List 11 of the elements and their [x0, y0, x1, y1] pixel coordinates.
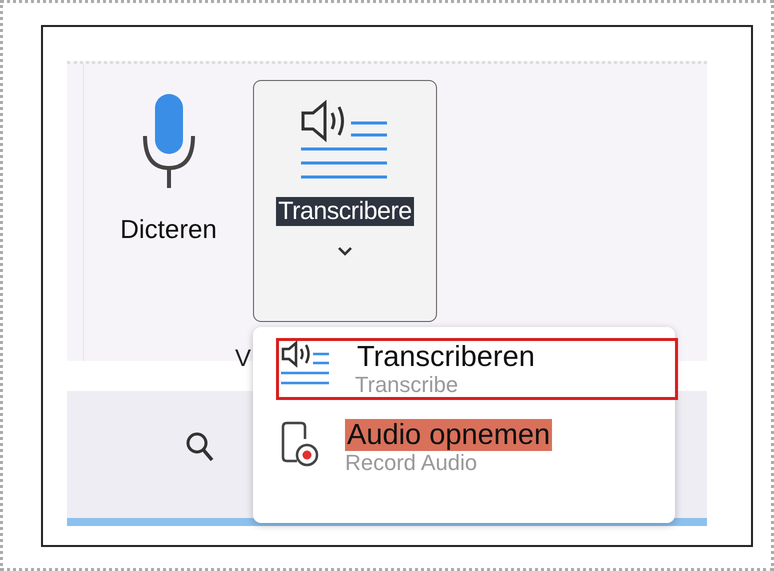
speaker-text-icon — [279, 341, 331, 387]
caret-icon — [337, 246, 353, 256]
menu-item[interactable]: Audio opnemen Record Audio — [279, 419, 675, 475]
dictate-label: Dicteren — [120, 214, 217, 245]
menu-item[interactable]: Transcriberen Transcribe — [279, 341, 675, 397]
search-icon[interactable] — [185, 431, 215, 463]
ghost-label: Record Audio — [345, 451, 478, 475]
ghost-label: Transcribe — [355, 373, 460, 397]
group-label: V — [235, 345, 252, 373]
transcribe-button[interactable]: Transcribere — [253, 80, 437, 322]
record-file-icon — [279, 419, 321, 469]
